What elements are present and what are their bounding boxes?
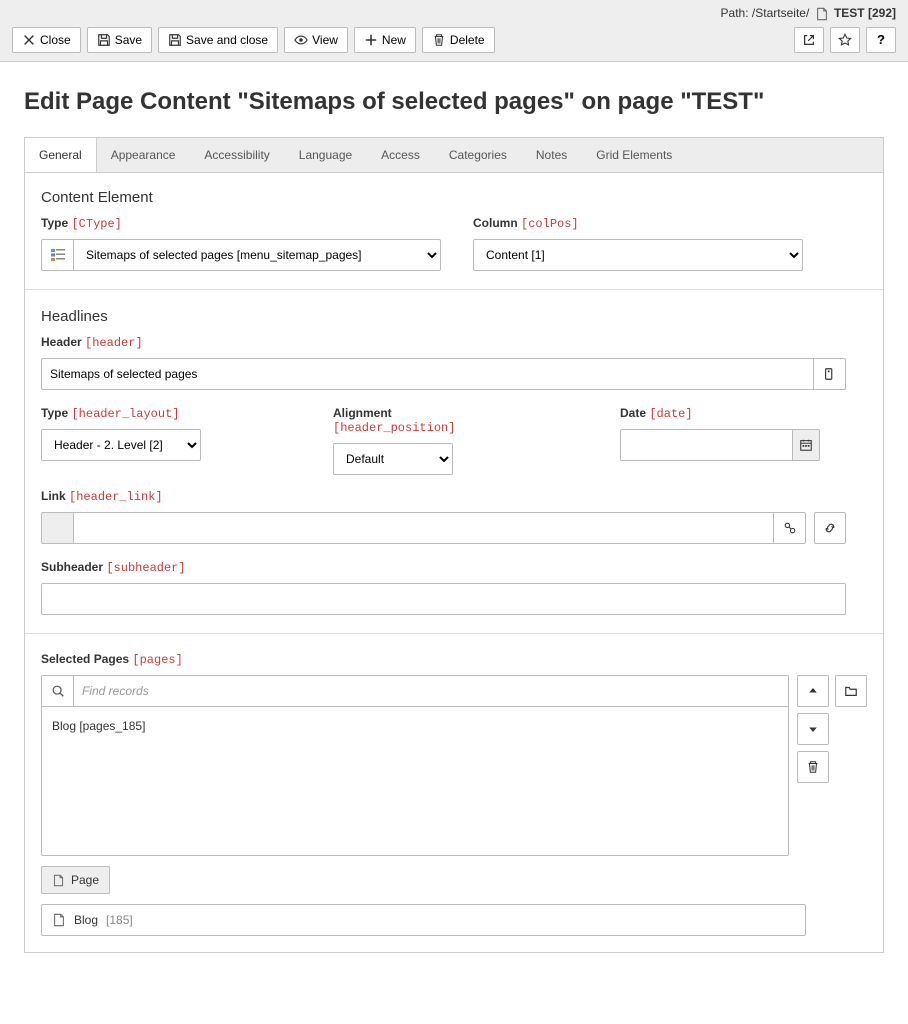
close-icon bbox=[22, 33, 36, 47]
page-type-chip[interactable]: Page bbox=[41, 866, 110, 894]
tab-grid-elements[interactable]: Grid Elements bbox=[582, 138, 687, 172]
subheader-label: Subheader [subheader] bbox=[41, 560, 867, 575]
link-label: Link [header_link] bbox=[41, 489, 867, 504]
date-input[interactable] bbox=[620, 429, 793, 461]
pages-label: Selected Pages [pages] bbox=[41, 652, 867, 667]
close-label: Close bbox=[40, 33, 71, 47]
link-input[interactable] bbox=[73, 512, 774, 544]
move-down-button[interactable] bbox=[797, 713, 829, 745]
close-button[interactable]: Close bbox=[12, 27, 81, 53]
tab-accessibility[interactable]: Accessibility bbox=[190, 138, 284, 172]
section-headlines: Headlines bbox=[41, 308, 867, 325]
page-icon bbox=[52, 913, 66, 927]
tab-categories[interactable]: Categories bbox=[435, 138, 522, 172]
type-select[interactable]: Sitemaps of selected pages [menu_sitemap… bbox=[73, 239, 441, 271]
tab-general[interactable]: General bbox=[25, 138, 97, 172]
page-ref-id: [185] bbox=[106, 913, 133, 927]
tab-notes[interactable]: Notes bbox=[522, 138, 582, 172]
remove-item-button[interactable] bbox=[797, 751, 829, 783]
tabs: General Appearance Accessibility Languag… bbox=[24, 137, 884, 172]
page-title: Edit Page Content "Sitemaps of selected … bbox=[24, 86, 884, 117]
save-button[interactable]: Save bbox=[87, 27, 152, 53]
move-up-button[interactable] bbox=[797, 675, 829, 707]
page-chip-label: Page bbox=[71, 873, 99, 887]
header-label: Header [header] bbox=[41, 335, 867, 350]
header-toggle-button[interactable] bbox=[814, 358, 846, 390]
save-close-button[interactable]: Save and close bbox=[158, 27, 278, 53]
tab-access[interactable]: Access bbox=[367, 138, 435, 172]
question-icon: ? bbox=[874, 33, 888, 47]
alignment-label: Alignment [header_position] bbox=[333, 406, 453, 435]
external-link-icon bbox=[802, 33, 816, 47]
bookmark-button[interactable] bbox=[830, 27, 860, 53]
path-page-name: TEST bbox=[834, 6, 865, 20]
delete-label: Delete bbox=[450, 33, 485, 47]
section-content-element: Content Element bbox=[41, 189, 867, 206]
link-prefix-icon bbox=[41, 512, 73, 544]
new-button[interactable]: New bbox=[354, 27, 416, 53]
header-layout-select[interactable]: Header - 2. Level [2] bbox=[41, 429, 201, 461]
delete-button[interactable]: Delete bbox=[422, 27, 495, 53]
page-ref-title: Blog bbox=[74, 913, 98, 927]
help-button[interactable]: ? bbox=[866, 27, 896, 53]
page-reference[interactable]: Blog [185] bbox=[41, 904, 806, 936]
plus-icon bbox=[364, 33, 378, 47]
ctype-icon bbox=[41, 239, 73, 271]
eye-icon bbox=[294, 33, 308, 47]
type-label: Type [CType] bbox=[41, 216, 441, 231]
column-select[interactable]: Content [1] bbox=[473, 239, 803, 271]
share-button[interactable] bbox=[794, 27, 824, 53]
tab-appearance[interactable]: Appearance bbox=[97, 138, 191, 172]
browse-folder-button[interactable] bbox=[835, 675, 867, 707]
link-wizard-button[interactable] bbox=[774, 512, 806, 544]
breadcrumb: Path: /Startseite/ TEST [292] bbox=[12, 6, 896, 21]
save-close-icon bbox=[168, 33, 182, 47]
date-picker-button[interactable] bbox=[793, 429, 820, 461]
header-input[interactable] bbox=[41, 358, 814, 390]
tab-language[interactable]: Language bbox=[285, 138, 367, 172]
view-button[interactable]: View bbox=[284, 27, 348, 53]
search-icon bbox=[42, 676, 74, 706]
page-icon bbox=[815, 7, 829, 21]
link-browser-button[interactable] bbox=[814, 512, 846, 544]
save-close-label: Save and close bbox=[186, 33, 268, 47]
star-icon bbox=[838, 33, 852, 47]
trash-icon bbox=[432, 33, 446, 47]
save-label: Save bbox=[115, 33, 142, 47]
path-segments: /Startseite/ bbox=[752, 6, 809, 20]
path-page-id: [292] bbox=[868, 6, 896, 20]
path-label: Path: bbox=[721, 6, 749, 20]
view-label: View bbox=[312, 33, 338, 47]
save-icon bbox=[97, 33, 111, 47]
records-list[interactable]: Blog [pages_185] bbox=[41, 706, 789, 856]
subheader-input[interactable] bbox=[41, 583, 846, 615]
column-label: Column [colPos] bbox=[473, 216, 803, 231]
page-icon bbox=[52, 874, 65, 887]
record-item[interactable]: Blog [pages_185] bbox=[52, 717, 778, 735]
date-label: Date [date] bbox=[620, 406, 820, 421]
header-layout-label: Type [header_layout] bbox=[41, 406, 201, 421]
alignment-select[interactable]: Default bbox=[333, 443, 453, 475]
new-label: New bbox=[382, 33, 406, 47]
find-records-input[interactable] bbox=[74, 676, 788, 706]
